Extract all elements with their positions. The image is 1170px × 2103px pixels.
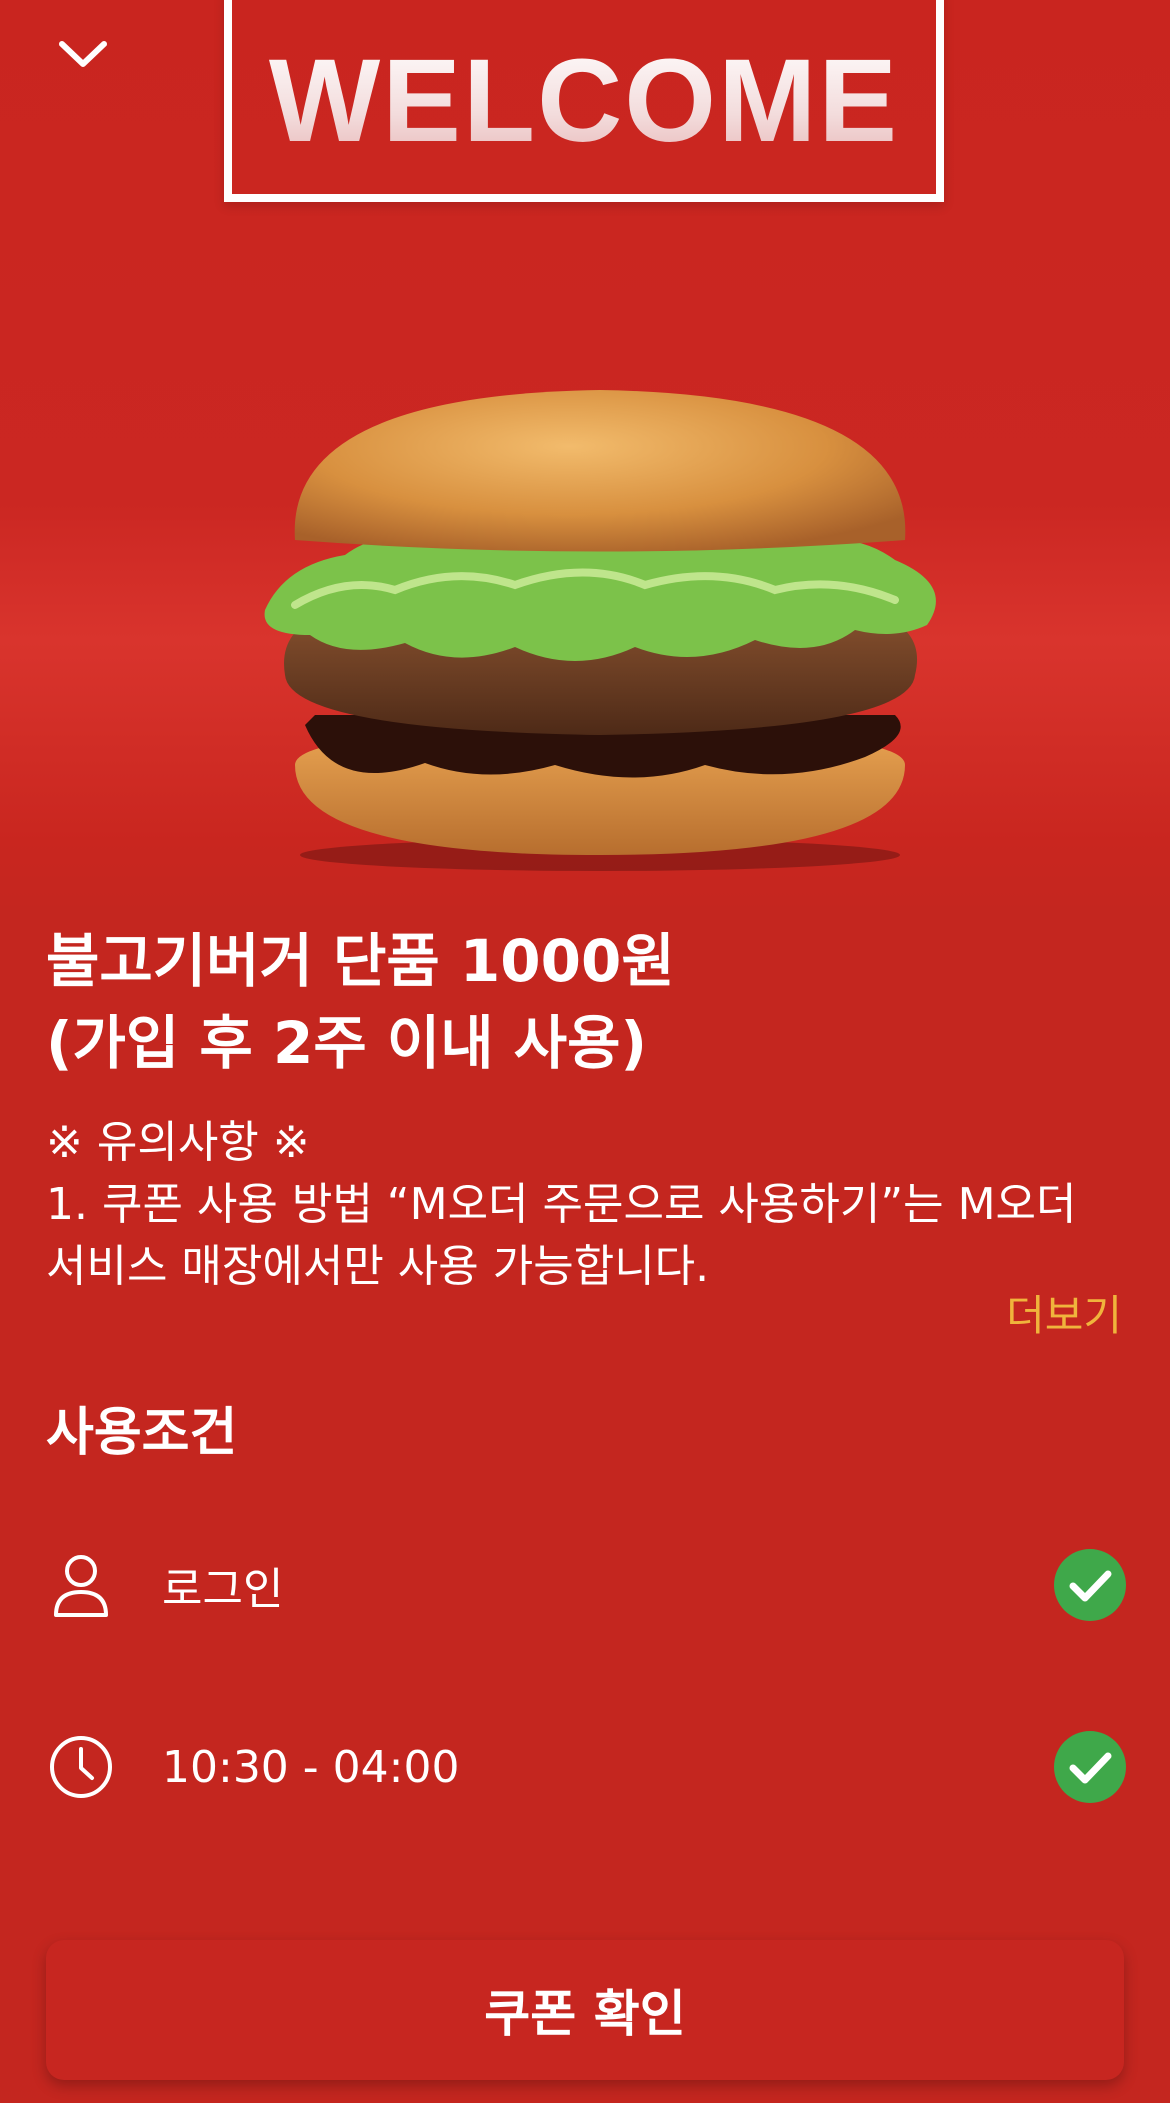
condition-row-login: 로그인 xyxy=(46,1540,1126,1630)
burger-image xyxy=(264,390,936,871)
check-icon xyxy=(1054,1731,1126,1803)
condition-row-hours: 10:30 - 04:00 xyxy=(46,1722,1126,1812)
check-icon xyxy=(1054,1549,1126,1621)
notice-heading: ※ 유의사항 ※ xyxy=(46,1117,310,1168)
clock-icon xyxy=(46,1732,116,1802)
welcome-text: WELCOME xyxy=(268,35,900,167)
offer-title: 불고기버거 단품 1000원 (가입 후 2주 이내 사용) xyxy=(46,920,1126,1084)
condition-label: 10:30 - 04:00 xyxy=(162,1741,460,1793)
hero-image-area: WELCOME xyxy=(0,0,1170,915)
person-icon xyxy=(46,1550,116,1620)
coupon-confirm-button[interactable]: 쿠폰 확인 xyxy=(46,1940,1124,2080)
offer-title-line1: 불고기버거 단품 1000원 xyxy=(46,927,675,995)
notice-line2: 서비스 매장에서만 사용 가능합니다. xyxy=(46,1241,710,1292)
condition-label: 로그인 xyxy=(162,1564,284,1615)
notice-text: ※ 유의사항 ※ 1. 쿠폰 사용 방법 “M오더 주문으로 사용하기”는 M오… xyxy=(46,1112,1136,1298)
conditions-title: 사용조건 xyxy=(46,1403,238,1463)
chevron-down-icon[interactable] xyxy=(50,25,116,85)
notice-line1: 1. 쿠폰 사용 방법 “M오더 주문으로 사용하기”는 M오더 xyxy=(46,1179,1077,1230)
offer-title-line2: (가입 후 2주 이내 사용) xyxy=(46,1009,648,1077)
more-link[interactable]: 더보기 xyxy=(1006,1282,1122,1343)
welcome-banner: WELCOME xyxy=(224,0,944,202)
